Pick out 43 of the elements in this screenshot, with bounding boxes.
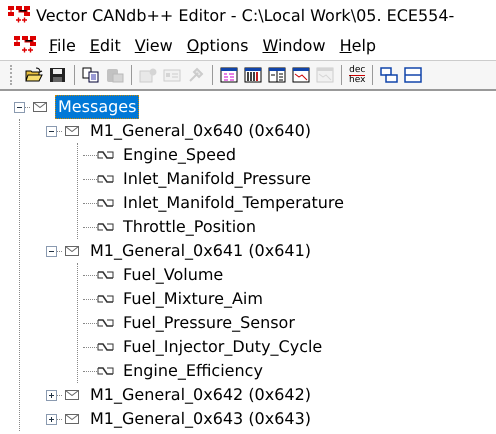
expand-icon[interactable] <box>46 390 57 400</box>
signal-icon <box>97 341 114 353</box>
signal-icon <box>97 269 114 281</box>
signal-item[interactable]: Engine_Speed <box>120 143 239 167</box>
app-logo <box>8 6 30 24</box>
collapse-icon[interactable] <box>46 246 57 256</box>
signal-icon <box>97 197 114 209</box>
collapse-icon[interactable] <box>46 126 57 136</box>
menu-item[interactable]: Edit <box>82 36 128 54</box>
signal-icon <box>97 293 114 305</box>
signal-item[interactable]: Fuel_Mixture_Aim <box>120 287 266 311</box>
signal-icon <box>97 173 114 185</box>
envelope-icon <box>65 246 79 256</box>
signal-item[interactable]: Fuel_Pressure_Sensor <box>120 311 298 335</box>
menu-item[interactable]: Options <box>180 36 256 54</box>
message-item[interactable]: M1_General_0x642 (0x642) <box>87 383 314 407</box>
envelope-icon <box>65 126 79 136</box>
signal-item[interactable]: Engine_Efficiency <box>120 359 266 383</box>
signal-item[interactable]: Fuel_Injector_Duty_Cycle <box>120 335 326 359</box>
dec-hex-button[interactable]: dec hex <box>346 64 368 86</box>
envelope-icon <box>33 102 47 112</box>
message-item[interactable]: M1_General_0x643 (0x643) <box>87 407 314 431</box>
menu-item[interactable]: Window <box>255 36 333 54</box>
menu-item[interactable]: File <box>42 36 83 54</box>
signal-icon <box>97 365 114 377</box>
menu-item[interactable]: Help <box>332 36 384 54</box>
signal-icon <box>97 221 114 233</box>
menu-logo-icon <box>14 36 36 54</box>
signal-icon <box>97 149 114 161</box>
signal-icon <box>97 317 114 329</box>
envelope-icon <box>65 390 79 400</box>
expand-icon[interactable] <box>46 414 57 424</box>
menu-item[interactable]: View <box>128 36 180 54</box>
collapse-icon[interactable] <box>14 102 25 112</box>
signal-item[interactable]: Fuel_Volume <box>120 263 226 287</box>
envelope-icon <box>65 414 79 424</box>
message-item[interactable]: M1_General_0x641 (0x641) <box>87 239 314 263</box>
signal-item[interactable]: Inlet_Manifold_Pressure <box>120 167 314 191</box>
signal-item[interactable]: Throttle_Position <box>120 215 260 239</box>
signal-item[interactable]: Inlet_Manifold_Temperature <box>120 191 347 215</box>
window-title: Vector CANdb++ Editor - C:\Local Work\05. ECE554- <box>36 6 454 24</box>
message-item[interactable]: M1_General_0x640 (0x640) <box>87 119 314 143</box>
folder-item[interactable]: Messages <box>55 95 140 119</box>
